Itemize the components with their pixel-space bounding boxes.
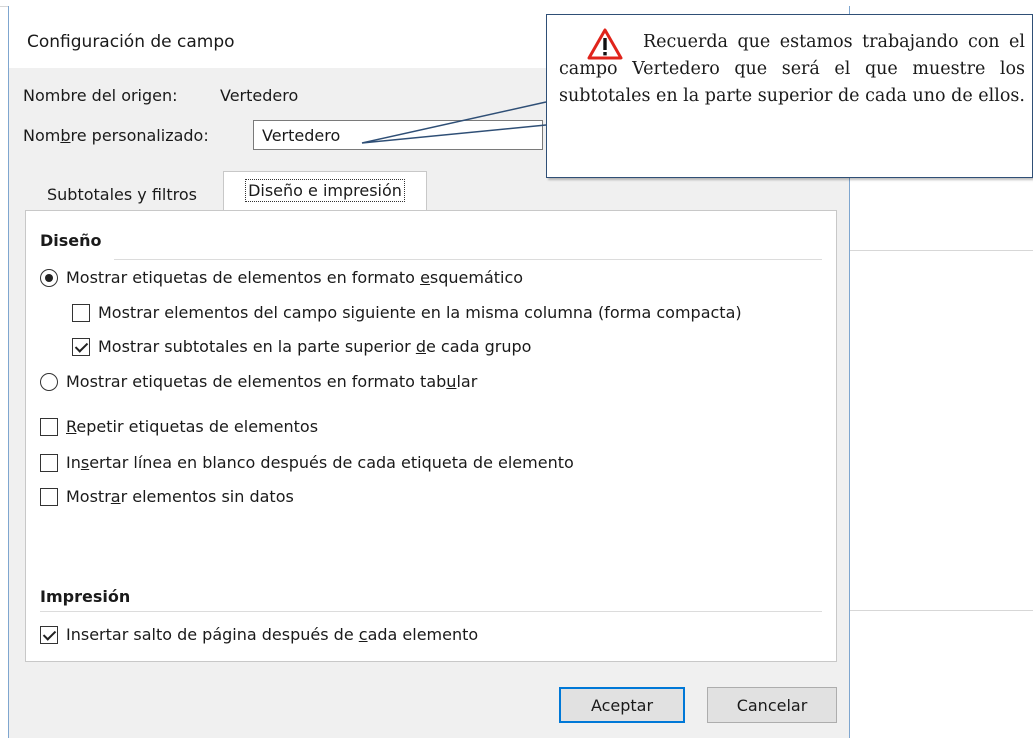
print-separator	[40, 611, 822, 612]
checkbox-compact-form[interactable]: Mostrar elementos del campo siguiente en…	[72, 303, 742, 322]
custom-name-label: Nombre personalizado:	[23, 126, 209, 145]
checkbox-blank-line[interactable]: Insertar línea en blanco después de cada…	[40, 453, 574, 472]
checkbox-page-break[interactable]: Insertar salto de página después de cada…	[40, 625, 478, 644]
custom-name-input[interactable]	[253, 120, 543, 150]
checkbox-blank-indicator[interactable]	[40, 453, 58, 472]
checkbox-page-break-indicator[interactable]	[40, 625, 58, 644]
checkbox-subtotals-top[interactable]: Mostrar subtotales en la parte superior …	[72, 337, 531, 356]
layout-print-panel: Diseño Mostrar etiquetas de elementos en…	[25, 210, 837, 662]
source-name-value: Vertedero	[220, 86, 299, 105]
layout-separator	[114, 259, 822, 260]
checkbox-blank-label: Insertar línea en blanco después de cada…	[66, 453, 574, 472]
ok-button[interactable]: Aceptar	[559, 687, 685, 723]
background-gridline	[850, 610, 1033, 611]
radio-outline-form[interactable]: Mostrar etiquetas de elementos en format…	[40, 268, 523, 287]
tab-subtotals-filters[interactable]: Subtotales y filtros	[25, 180, 219, 210]
checkbox-compact-label: Mostrar elementos del campo siguiente en…	[98, 303, 742, 322]
checkbox-repeat-label: Repetir etiquetas de elementos	[66, 417, 319, 436]
radio-tabular-indicator[interactable]	[40, 372, 58, 391]
cancel-button[interactable]: Cancelar	[707, 687, 837, 723]
radio-tabular-form[interactable]: Mostrar etiquetas de elementos en format…	[40, 372, 477, 391]
checkbox-compact-indicator[interactable]	[72, 303, 90, 322]
checkbox-repeat-indicator[interactable]	[40, 417, 58, 436]
checkbox-subtotals-top-label: Mostrar subtotales en la parte superior …	[98, 337, 532, 356]
annotation-callout: Recuerda que estamos trabajando con el c…	[546, 14, 1033, 178]
annotation-text: Recuerda que estamos trabajando con el c…	[559, 32, 1025, 106]
tab-layout-print-label: Diseño e impresión	[245, 179, 405, 202]
checkbox-subtotals-top-indicator[interactable]	[72, 337, 90, 356]
layout-section-title: Diseño	[40, 231, 102, 250]
radio-tabular-label: Mostrar etiquetas de elementos en format…	[66, 372, 478, 391]
checkbox-page-break-label: Insertar salto de página después de cada…	[66, 625, 479, 644]
radio-outline-label: Mostrar etiquetas de elementos en format…	[66, 268, 524, 287]
checkbox-repeat-labels[interactable]: Repetir etiquetas de elementos	[40, 417, 318, 436]
source-name-label: Nombre del origen:	[23, 86, 178, 105]
dialog-title: Configuración de campo	[27, 32, 235, 52]
print-section-title: Impresión	[40, 587, 131, 606]
checkbox-no-data-indicator[interactable]	[40, 487, 58, 506]
checkbox-no-data-label: Mostrar elementos sin datos	[66, 487, 294, 506]
radio-outline-indicator[interactable]	[40, 268, 58, 287]
checkbox-show-no-data[interactable]: Mostrar elementos sin datos	[40, 487, 294, 506]
background-gridline	[850, 250, 1033, 251]
background-gridline	[0, 6, 8, 7]
tab-layout-print[interactable]: Diseño e impresión	[223, 171, 427, 211]
